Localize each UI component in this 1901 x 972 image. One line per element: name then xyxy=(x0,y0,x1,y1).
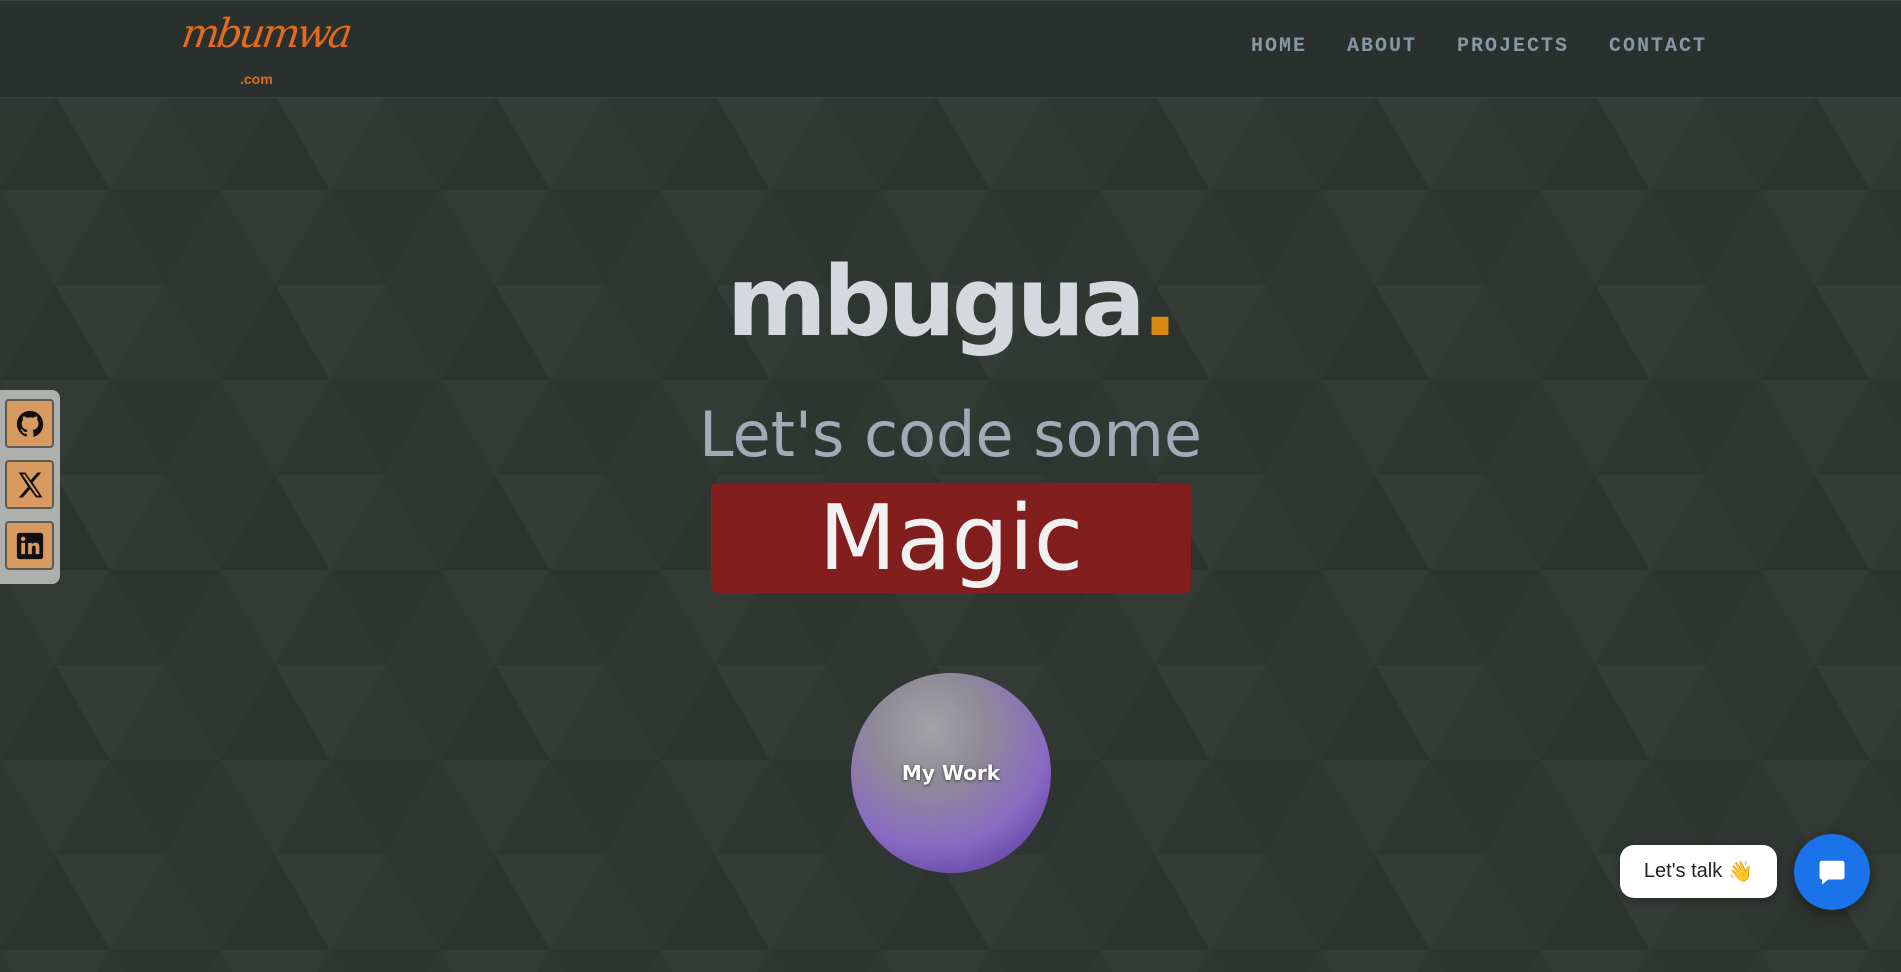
main-nav: HOME ABOUT PROJECTS CONTACT xyxy=(1251,35,1707,58)
chat-icon xyxy=(1819,860,1845,885)
highlight-box: Magic xyxy=(711,483,1191,593)
site-header: mbumwa .com HOME ABOUT PROJECTS CONTACT xyxy=(0,0,1901,98)
hero-title: mbugua. xyxy=(0,246,1901,358)
logo-tld: .com xyxy=(240,71,273,87)
highlight-word: Magic xyxy=(818,485,1084,591)
site-logo[interactable]: mbumwa .com xyxy=(179,9,353,93)
chat-prompt-bubble[interactable]: Let's talk 👋 xyxy=(1620,845,1777,898)
nav-projects[interactable]: PROJECTS xyxy=(1457,35,1569,58)
my-work-label: My Work xyxy=(901,761,1001,785)
github-icon xyxy=(16,410,43,437)
x-icon xyxy=(18,472,42,497)
linkedin-button[interactable] xyxy=(5,521,54,570)
linkedin-icon xyxy=(16,532,43,559)
github-button[interactable] xyxy=(5,399,54,448)
social-sidebar xyxy=(0,390,60,584)
logo-script: mbumwa xyxy=(178,11,353,57)
chat-button[interactable] xyxy=(1794,834,1870,910)
nav-home[interactable]: HOME xyxy=(1251,35,1307,58)
nav-about[interactable]: ABOUT xyxy=(1347,35,1417,58)
hero-title-text: mbugua xyxy=(726,246,1146,358)
hero-title-dot: . xyxy=(1141,246,1179,358)
chat-prompt-label: Let's talk xyxy=(1643,860,1723,882)
x-button[interactable] xyxy=(5,460,54,509)
hero-subtitle: Let's code some xyxy=(699,398,1202,471)
nav-contact[interactable]: CONTACT xyxy=(1609,35,1707,58)
my-work-button[interactable]: My Work xyxy=(851,673,1051,873)
wave-icon: 👋 xyxy=(1728,861,1754,883)
